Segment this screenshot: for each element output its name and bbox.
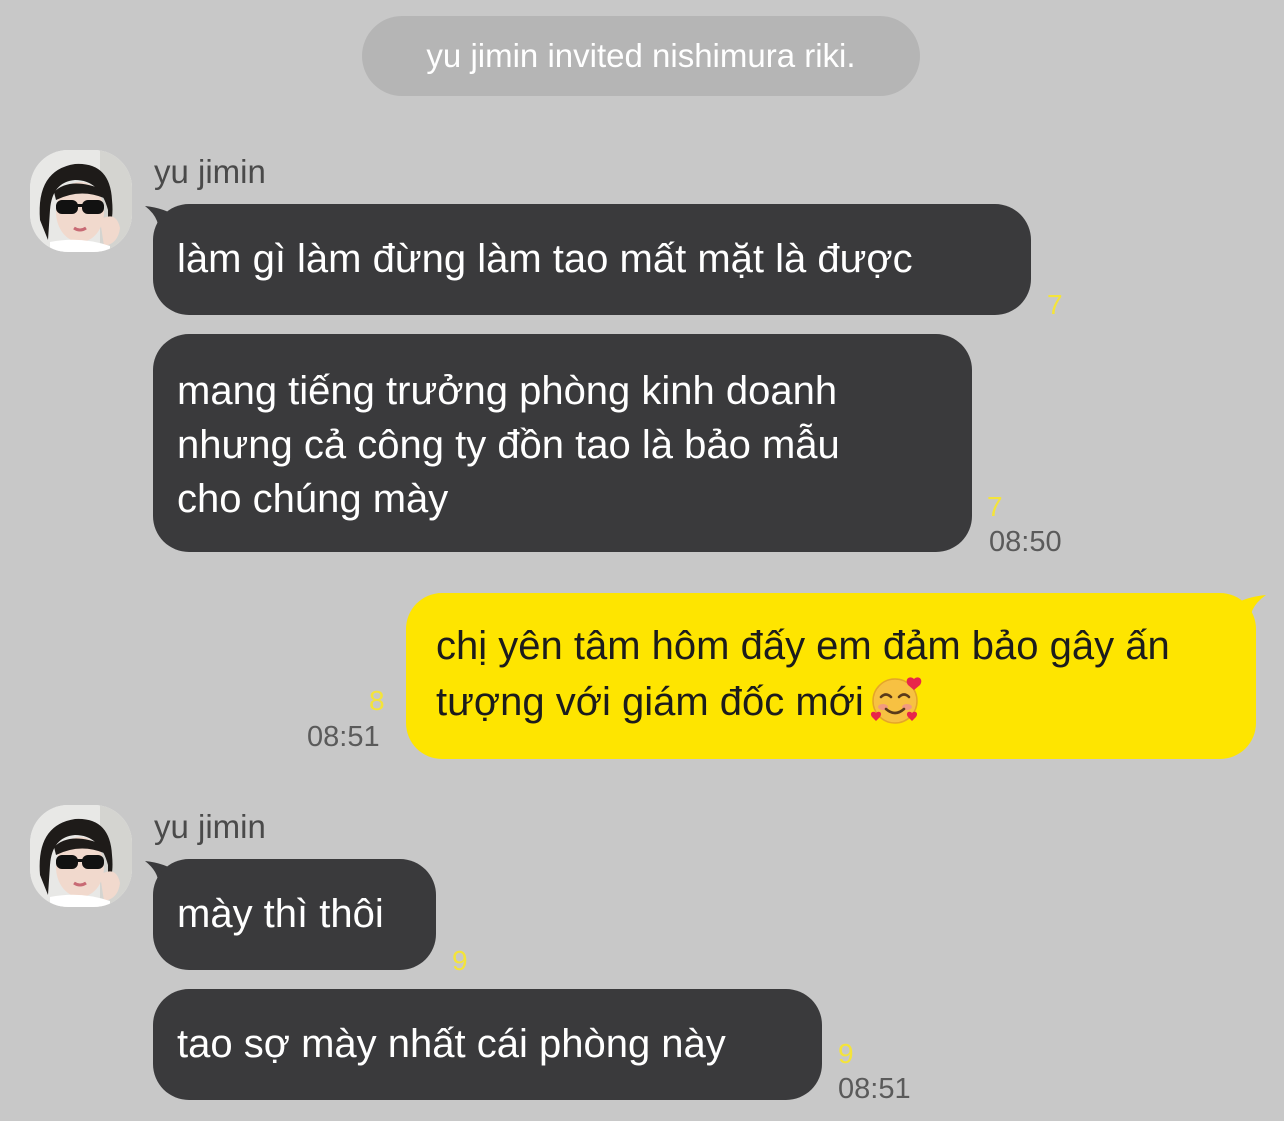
message-bubble[interactable]: mày thì thôi xyxy=(153,859,436,970)
message-timestamp: 08:51 xyxy=(307,721,380,753)
unread-count: 9 xyxy=(452,945,468,976)
message-bubble[interactable]: mang tiếng trưởng phòng kinh doanh nhưng… xyxy=(153,334,972,552)
avatar[interactable] xyxy=(30,150,132,252)
message-bubble-sent[interactable]: chị yên tâm hôm đấy em đảm bảo gây ấn tư… xyxy=(406,593,1256,759)
sender-name: yu jimin xyxy=(154,153,266,190)
message-timestamp: 08:50 xyxy=(989,526,1062,558)
message-bubble[interactable]: làm gì làm đừng làm tao mất mặt là được xyxy=(153,204,1031,315)
unread-count: 7 xyxy=(987,491,1003,522)
system-notice: yu jimin invited nishimura riki. xyxy=(362,16,920,96)
profile-photo-icon xyxy=(30,150,132,252)
avatar[interactable] xyxy=(30,805,132,907)
profile-photo-icon xyxy=(30,805,132,907)
unread-count: 9 xyxy=(838,1038,854,1069)
message-text: chị yên tâm hôm đấy em đảm bảo gây ấn tư… xyxy=(436,624,1170,724)
smiling-face-with-hearts-icon xyxy=(870,677,922,724)
bubble-tail xyxy=(1230,595,1266,627)
unread-count: 8 xyxy=(369,685,385,716)
message-timestamp: 08:51 xyxy=(838,1073,911,1105)
message-bubble[interactable]: tao sợ mày nhất cái phòng này xyxy=(153,989,822,1100)
unread-count: 7 xyxy=(1047,289,1063,320)
message-text: mang tiếng trưởng phòng kinh doanh nhưng… xyxy=(177,369,840,521)
sender-name: yu jimin xyxy=(154,808,266,845)
